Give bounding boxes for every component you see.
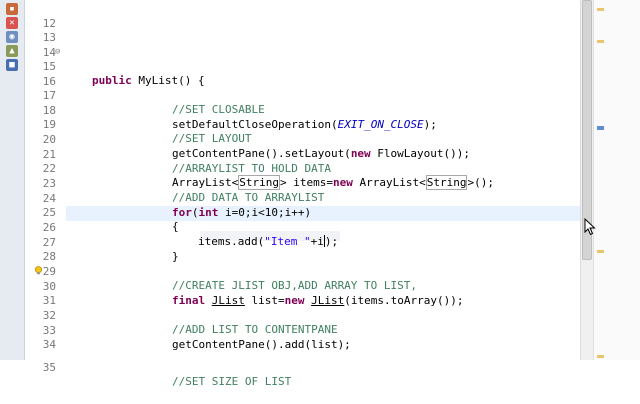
- overview-marker[interactable]: [597, 355, 604, 358]
- line-number: 35: [42, 360, 56, 374]
- code-line: 34: [0, 323, 580, 351]
- code-line: 17 //SET CLOSABLE: [0, 74, 580, 117]
- code-line: 28: [0, 235, 580, 263]
- code-line: 12: [0, 2, 580, 30]
- overview-marker[interactable]: [597, 8, 604, 11]
- code-line: 31: [0, 279, 580, 307]
- code-line: 35 //SET SIZE OF LIST: [0, 346, 580, 389]
- overview-ruler[interactable]: [593, 0, 640, 360]
- code-line: 15 public MyList() {: [0, 45, 580, 88]
- code-line: 20 getContentPane().setLayout(new FlowLa…: [0, 118, 580, 161]
- code-line: 32 //ADD LIST TO CONTENTPANE: [0, 294, 580, 337]
- code-line: 22 ArrayList<String> items=new ArrayList…: [0, 147, 580, 191]
- code-line: 14: [0, 31, 580, 59]
- code-line: 24 for(int i=0;i<10;i++): [0, 177, 580, 220]
- overview-marker[interactable]: [597, 126, 604, 130]
- overview-marker[interactable]: [597, 40, 604, 43]
- code-line: 16: [0, 60, 580, 88]
- code-line: 25 {: [0, 191, 580, 234]
- overview-marker[interactable]: [597, 250, 604, 253]
- code-line: 33 getContentPane().add(list);: [0, 309, 580, 352]
- code-line: 19 //SET LAYOUT: [0, 103, 580, 146]
- comment: //SET SIZE OF LIST: [172, 375, 292, 389]
- mouse-pointer-icon: [584, 218, 596, 236]
- code-line-current: 26 items.add("Item "+i);: [0, 206, 580, 249]
- code-line: 18 setDefaultCloseOperation(EXIT_ON_CLOS…: [0, 89, 580, 132]
- code-line: 13: [0, 16, 580, 44]
- code-line: 30 final JList list=new JList(items.toAr…: [0, 265, 580, 308]
- code-line: 23 //ADD DATA TO ARRAYLIST: [0, 162, 580, 205]
- code-line: 21 //ARRAYLIST TO HOLD DATA: [0, 133, 580, 176]
- code-line: 27 }: [0, 221, 580, 264]
- code-line: 29 //CREATE JLIST OBJ,ADD ARRAY TO LIST,: [0, 250, 580, 293]
